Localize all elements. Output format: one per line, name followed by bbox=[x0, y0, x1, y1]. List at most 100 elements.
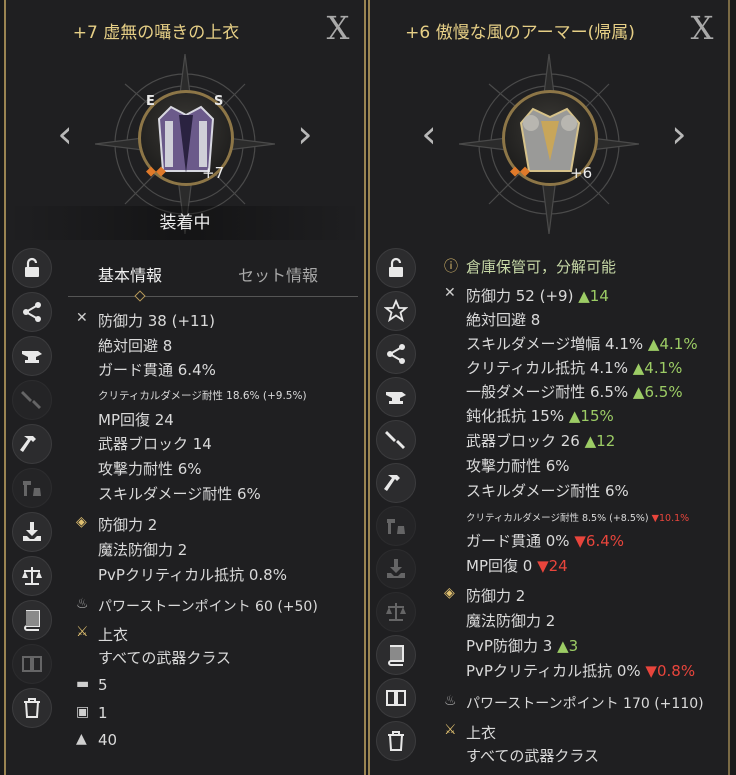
extract-button[interactable] bbox=[12, 512, 52, 552]
stat-slow-res: 鈍化抵抗 15% ▲15% bbox=[466, 407, 614, 425]
lock-button[interactable] bbox=[12, 248, 52, 288]
craft-button[interactable] bbox=[376, 506, 416, 546]
defense-icon: ✕ bbox=[76, 310, 88, 326]
lock-icon bbox=[25, 257, 39, 277]
item-slot: 上衣 bbox=[466, 724, 497, 742]
lock-button[interactable] bbox=[376, 248, 416, 288]
extract-icon bbox=[387, 559, 405, 578]
copy-count: 1 bbox=[98, 704, 108, 722]
enhance-button[interactable] bbox=[376, 377, 416, 417]
extract-button[interactable] bbox=[376, 549, 416, 589]
compare-button[interactable] bbox=[376, 592, 416, 632]
power-stone-icon: ♨ bbox=[444, 693, 457, 709]
sword-break-icon bbox=[385, 431, 405, 449]
craft-icon bbox=[23, 481, 41, 496]
stat-skill-res: スキルダメージ耐性 6% bbox=[466, 482, 629, 500]
stat-block: 武器ブロック 14 bbox=[98, 435, 212, 453]
split-icon bbox=[22, 656, 42, 672]
stat-crit-res: クリティカル抵抗 4.1% ▲4.1% bbox=[466, 359, 683, 377]
split-button[interactable] bbox=[376, 678, 416, 718]
scale-icon bbox=[22, 567, 42, 585]
share-icon bbox=[387, 344, 405, 364]
weight-icon: ▲ bbox=[76, 731, 87, 747]
tab-set-info[interactable]: セット情報 bbox=[238, 262, 318, 286]
split-icon bbox=[386, 690, 406, 706]
close-button[interactable]: X bbox=[684, 10, 720, 46]
hammer-icon bbox=[20, 436, 36, 452]
item-title: +6 傲慢な風のアーマー(帰属) bbox=[405, 23, 635, 43]
equipped-label: 装着中 bbox=[6, 206, 364, 240]
stat-mp: MP回復 0 ▼24 bbox=[466, 557, 568, 575]
sub-pvp-crit: PvPクリティカル抵抗 0.8% bbox=[98, 566, 287, 584]
defense-icon: ✕ bbox=[444, 285, 456, 301]
weight: 40 bbox=[98, 731, 118, 749]
hammer-icon bbox=[384, 475, 400, 491]
stat-crit-dmg-res: クリティカルダメージ耐性 8.5% (+8.5%) ▼10.1% bbox=[466, 513, 690, 524]
sword-break-icon bbox=[21, 391, 41, 409]
gem-sockets-icon: ◆◆ bbox=[510, 164, 530, 179]
rune-s: S bbox=[214, 94, 224, 109]
repair-button[interactable] bbox=[12, 424, 52, 464]
trash-icon bbox=[24, 698, 40, 718]
split-button[interactable] bbox=[12, 644, 52, 684]
stat-evade: 絶対回避 8 bbox=[466, 311, 541, 329]
gem-sockets-icon: ◆◆ bbox=[146, 164, 166, 179]
stat-atk-res: 攻撃力耐性 6% bbox=[98, 460, 202, 478]
enhance-count: 5 bbox=[98, 676, 108, 694]
item-tooltip-left: +7 虚無の囁きの上衣 X E S ◆◆ +7 ‹ › 装着中 基本情報 セット… bbox=[4, 0, 366, 775]
sub-pvp-crit: PvPクリティカル抵抗 0% ▼0.8% bbox=[466, 662, 696, 680]
item-class: すべての武器クラス bbox=[466, 747, 600, 765]
stat-guard-pen: ガード貫通 0% ▼6.4% bbox=[466, 532, 625, 550]
break-button[interactable] bbox=[12, 380, 52, 420]
rune-e: E bbox=[146, 94, 155, 109]
enhance-button[interactable] bbox=[12, 336, 52, 376]
repair-button[interactable] bbox=[376, 463, 416, 503]
item-tooltip-right: +6 傲慢な風のアーマー(帰属) X ◆◆ +6 ‹ › ⓘ 倉庫保管可，分解可… bbox=[368, 0, 730, 775]
compare-button[interactable] bbox=[12, 556, 52, 596]
power-stone: パワーストーンポイント 60 (+50) bbox=[98, 599, 318, 615]
sub-magic-def: 魔法防御力 2 bbox=[466, 612, 556, 630]
stat-guard-pen: ガード貫通 6.4% bbox=[98, 361, 216, 379]
sub-magic-def: 魔法防御力 2 bbox=[98, 541, 188, 559]
delete-button[interactable] bbox=[376, 721, 416, 761]
codex-button[interactable] bbox=[12, 600, 52, 640]
stat-mp: MP回復 24 bbox=[98, 411, 174, 429]
book-icon bbox=[388, 645, 404, 666]
item-portrait-area: E S ◆◆ +7 ‹ › 装着中 bbox=[6, 44, 364, 244]
next-arrow-button[interactable]: › bbox=[664, 114, 694, 154]
tab-basic-info[interactable]: 基本情報 bbox=[98, 262, 162, 286]
delete-button[interactable] bbox=[12, 688, 52, 728]
prev-arrow-button[interactable]: ‹ bbox=[50, 114, 80, 154]
next-arrow-button[interactable]: › bbox=[290, 114, 320, 154]
codex-button[interactable] bbox=[376, 635, 416, 675]
sub-stat-icon: ◈ bbox=[444, 585, 455, 601]
break-button[interactable] bbox=[376, 420, 416, 460]
stat-skill-res: スキルダメージ耐性 6% bbox=[98, 485, 261, 503]
favorite-button[interactable] bbox=[376, 291, 416, 331]
share-button[interactable] bbox=[376, 334, 416, 374]
storage-info: 倉庫保管可，分解可能 bbox=[466, 258, 617, 276]
sub-defense: 防御力 2 bbox=[98, 516, 158, 534]
sub-defense: 防御力 2 bbox=[466, 587, 526, 605]
stat-block: 武器ブロック 26 ▲12 bbox=[466, 432, 616, 450]
copies-icon: ▣ bbox=[76, 704, 90, 720]
trash-icon bbox=[388, 731, 404, 751]
item-portrait-area: ◆◆ +6 ‹ › bbox=[370, 44, 728, 244]
prev-arrow-button[interactable]: ‹ bbox=[414, 114, 444, 154]
stat-normal-res: 一般ダメージ耐性 6.5% ▲6.5% bbox=[466, 383, 683, 401]
stat-skill-amp: スキルダメージ増幅 4.1% ▲4.1% bbox=[466, 335, 698, 353]
craft-button[interactable] bbox=[12, 468, 52, 508]
share-icon bbox=[23, 302, 41, 322]
share-button[interactable] bbox=[12, 292, 52, 332]
anvil-icon bbox=[22, 351, 42, 363]
slot-icon: ⚔ bbox=[76, 624, 89, 640]
info-icon: ⓘ bbox=[444, 259, 458, 275]
star-icon bbox=[384, 299, 408, 323]
slot-icon: ⚔ bbox=[444, 722, 457, 738]
sub-pvp-def: PvP防御力 3 ▲3 bbox=[466, 637, 579, 655]
close-button[interactable]: X bbox=[320, 10, 356, 46]
item-class: すべての武器クラス bbox=[98, 649, 232, 667]
scale-icon bbox=[386, 603, 406, 621]
item-slot: 上衣 bbox=[98, 626, 129, 644]
stat-evade: 絶対回避 8 bbox=[98, 337, 173, 355]
